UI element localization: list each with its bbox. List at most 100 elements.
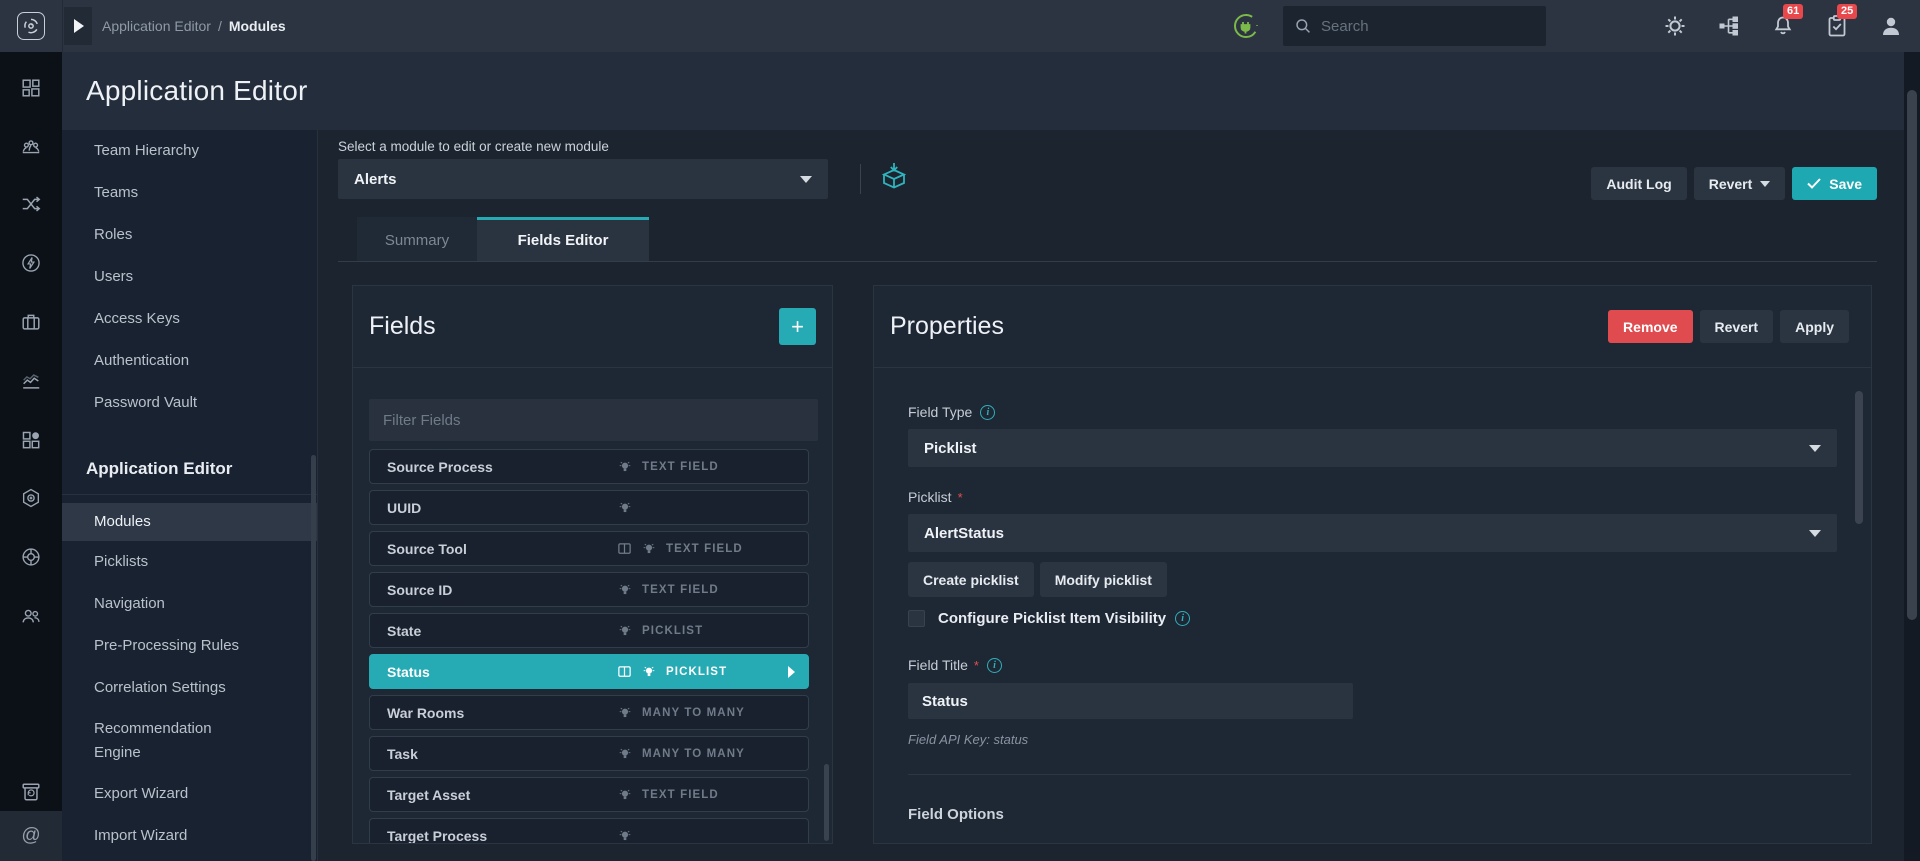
editor-tabs: Summary Fields Editor — [357, 217, 649, 261]
picklist-dropdown[interactable]: AlertStatus — [908, 514, 1837, 552]
sidebar-expand-button[interactable] — [64, 7, 92, 45]
sidebar-item-users[interactable]: Users — [62, 256, 317, 298]
audit-log-button[interactable]: Audit Log — [1591, 167, 1687, 200]
flash-icon[interactable] — [19, 251, 43, 275]
filter-fields-input[interactable] — [369, 399, 818, 441]
sidebar-item-roles[interactable]: Roles — [62, 214, 317, 256]
page-scrollbar-thumb[interactable] — [1907, 90, 1917, 620]
field-row-task[interactable]: Task MANY TO MANY — [369, 736, 809, 771]
field-row-target-asset[interactable]: Target Asset TEXT FIELD — [369, 777, 809, 812]
mentions-icon[interactable]: @ — [0, 811, 62, 861]
sidebar-item-pre-processing-rules[interactable]: Pre-Processing Rules — [62, 625, 317, 667]
picklist-label-row: Picklist * — [908, 489, 1837, 505]
field-name: Status — [387, 663, 430, 680]
workflow-button[interactable] — [1716, 13, 1742, 39]
field-type-label: TEXT FIELD — [642, 583, 719, 596]
sidebar-item-team-hierarchy[interactable]: Team Hierarchy — [62, 130, 317, 172]
sidebar-scrollbar[interactable] — [311, 455, 316, 861]
briefcase-icon[interactable] — [19, 310, 43, 334]
info-icon[interactable]: i — [1175, 611, 1191, 626]
sidebar-item-export-wizard[interactable]: Export Wizard — [62, 773, 317, 815]
field-type-label: PICKLIST — [666, 665, 728, 678]
settings-button[interactable] — [1662, 13, 1688, 39]
lightbulb-icon — [619, 789, 631, 799]
field-name: Source ID — [387, 581, 453, 598]
sidebar-item-navigation[interactable]: Navigation — [62, 583, 317, 625]
lightbulb-icon — [619, 584, 631, 594]
import-module-button[interactable] — [876, 160, 912, 196]
sidebar-item-authentication[interactable]: Authentication — [62, 340, 317, 382]
apps-icon[interactable] — [19, 428, 43, 452]
field-row-source-process[interactable]: Source Process TEXT FIELD — [369, 449, 809, 484]
properties-scrollbar[interactable] — [1855, 391, 1863, 524]
tab-fields-editor[interactable]: Fields Editor — [477, 217, 649, 261]
app-logo-icon[interactable] — [17, 12, 45, 40]
field-name: Source Tool — [387, 540, 467, 557]
field-row-target-process[interactable]: Target Process — [369, 818, 809, 843]
users-icon[interactable] — [19, 604, 43, 628]
sidebar-item-modules[interactable]: Modules — [62, 503, 317, 541]
module-box-icon — [881, 163, 907, 189]
sidebar-item-password-vault[interactable]: Password Vault — [62, 382, 317, 424]
field-row-source-tool[interactable]: Source Tool TEXT FIELD — [369, 531, 809, 566]
sidebar-item-access-keys[interactable]: Access Keys — [62, 298, 317, 340]
save-button[interactable]: Save — [1792, 167, 1877, 200]
sidebar-item-correlation-settings[interactable]: Correlation Settings — [62, 667, 317, 709]
visibility-checkbox[interactable] — [908, 610, 925, 627]
field-type-label-row: Field Type i — [908, 404, 1837, 420]
analytics-icon[interactable] — [19, 369, 43, 393]
picklist-value: AlertStatus — [924, 524, 1005, 542]
apply-field-button[interactable]: Apply — [1780, 310, 1849, 343]
tasks-button[interactable]: 25 — [1824, 4, 1858, 39]
module-select-value: Alerts — [354, 170, 397, 188]
icon-rail: @ — [0, 52, 62, 861]
dashboard-icon[interactable] — [19, 76, 43, 100]
modify-picklist-button[interactable]: Modify picklist — [1039, 562, 1167, 597]
shuffle-icon[interactable] — [19, 192, 43, 216]
gear-icon — [1665, 16, 1685, 36]
visibility-checkbox-row: Configure Picklist Item Visibility i — [908, 610, 1837, 627]
add-field-button[interactable]: + — [779, 308, 816, 345]
sidebar-item-import-wizard[interactable]: Import Wizard — [62, 815, 317, 857]
revert-module-button[interactable]: Revert — [1693, 167, 1786, 200]
field-row-status-selected[interactable]: Status PICKLIST — [369, 654, 809, 689]
page-scrollbar-track[interactable] — [1904, 52, 1920, 861]
team-chart-icon[interactable] — [19, 135, 43, 159]
visibility-label: Configure Picklist Item Visibility i — [938, 610, 1191, 627]
page-title: Application Editor — [86, 75, 308, 106]
info-icon[interactable]: i — [980, 404, 996, 420]
field-row-uuid[interactable]: UUID — [369, 490, 809, 525]
tab-summary[interactable]: Summary — [357, 217, 477, 261]
user-menu-button[interactable] — [1878, 13, 1904, 39]
save-label: Save — [1829, 175, 1862, 192]
fields-scrollbar[interactable] — [824, 764, 829, 841]
fields-panel-title: Fields — [369, 312, 436, 340]
plug-status-icon[interactable] — [1233, 13, 1259, 39]
field-row-state[interactable]: State PICKLIST — [369, 613, 809, 648]
field-row-source-id[interactable]: Source ID TEXT FIELD — [369, 572, 809, 607]
sidebar-item-teams[interactable]: Teams — [62, 172, 317, 214]
info-icon[interactable]: i — [986, 657, 1002, 673]
search-input[interactable] — [1321, 17, 1534, 35]
integrations-icon[interactable] — [19, 486, 43, 510]
module-select[interactable]: Alerts — [338, 159, 828, 199]
picklist-label: Picklist — [908, 489, 952, 505]
archive-icon[interactable] — [19, 780, 43, 804]
create-picklist-button[interactable]: Create picklist — [908, 562, 1034, 597]
field-title-input[interactable] — [908, 683, 1353, 719]
revert-field-button[interactable]: Revert — [1699, 310, 1774, 343]
breadcrumb-parent[interactable]: Application Editor — [102, 18, 211, 34]
sidebar-item-picklists[interactable]: Picklists — [62, 541, 317, 583]
field-row-war-rooms[interactable]: War Rooms MANY TO MANY — [369, 695, 809, 730]
chevron-down-icon — [1809, 529, 1821, 537]
search-box[interactable] — [1283, 6, 1546, 46]
notifications-button[interactable]: 61 — [1770, 4, 1804, 39]
support-ring-icon[interactable] — [19, 545, 43, 569]
field-type-label: TEXT FIELD — [642, 460, 719, 473]
remove-field-button[interactable]: Remove — [1608, 310, 1693, 343]
lightbulb-icon — [619, 625, 631, 635]
field-type-dropdown[interactable]: Picklist — [908, 429, 1837, 467]
sidebar-item-recommendation-engine[interactable]: Recommendation Engine — [62, 709, 232, 773]
field-options-heading: Field Options — [908, 806, 1004, 823]
breadcrumb-current: Modules — [228, 18, 286, 34]
